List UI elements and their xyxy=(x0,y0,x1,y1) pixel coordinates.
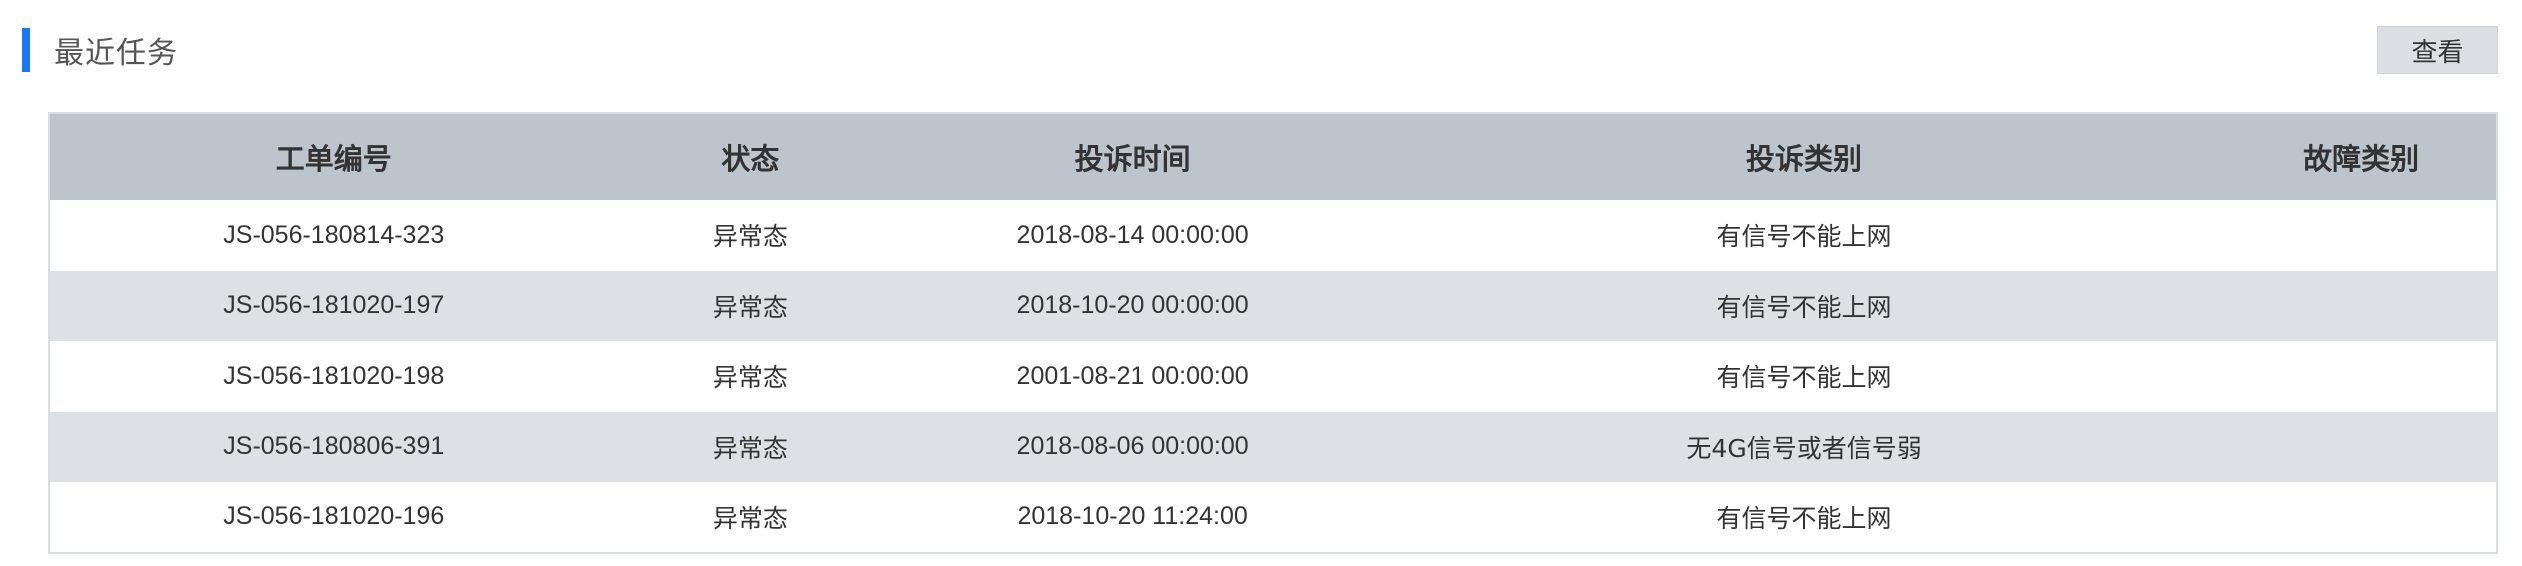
cell-fault-type xyxy=(2226,412,2497,483)
cell-ticket-no: JS-056-181020-198 xyxy=(223,361,445,390)
cell-complaint-time: 2018-10-20 11:24:00 xyxy=(1017,502,1248,531)
cell-complaint-type: 无4G信号或者信号弱 xyxy=(1686,433,1922,463)
column-header-status[interactable]: 状态 xyxy=(618,113,884,200)
cell-complaint-type: 有信号不能上网 xyxy=(1716,222,1892,252)
cell-complaint-time: 2018-08-14 00:00:00 xyxy=(1016,220,1249,249)
column-header-ticket-no[interactable]: 工单编号 xyxy=(49,113,618,200)
table-row[interactable]: JS-056-180806-391 异常态 2018-08-06 00:00:0… xyxy=(49,411,2497,483)
cell-ticket-no: JS-056-180806-391 xyxy=(223,432,445,461)
panel-header: 最近任务 xyxy=(22,28,178,72)
recent-tasks-panel: 最近任务 查看 工单编号 状态 投诉时间 投诉类别 故障类别 JS-056-18… xyxy=(0,0,2522,566)
table-body: JS-056-180814-323 异常态 2018-08-14 00:00:0… xyxy=(49,200,2497,553)
table-header-row: 工单编号 状态 投诉时间 投诉类别 故障类别 xyxy=(49,113,2497,200)
cell-status: 异常态 xyxy=(712,503,788,533)
view-button[interactable]: 查看 xyxy=(2377,26,2498,74)
cell-complaint-time: 2018-10-20 00:00:00 xyxy=(1016,291,1249,320)
cell-complaint-type: 有信号不能上网 xyxy=(1716,363,1892,393)
cell-status: 异常态 xyxy=(712,363,788,393)
cell-status: 异常态 xyxy=(712,433,788,463)
title-accent-bar xyxy=(22,28,30,72)
table-header: 工单编号 状态 投诉时间 投诉类别 故障类别 xyxy=(49,113,2497,200)
cell-ticket-no: JS-056-180814-323 xyxy=(223,220,445,249)
cell-complaint-time: 2018-08-06 00:00:00 xyxy=(1016,432,1249,461)
column-header-fault-type[interactable]: 故障类别 xyxy=(2226,113,2497,200)
cell-status: 异常态 xyxy=(712,222,788,252)
table-row[interactable]: JS-056-180814-323 异常态 2018-08-14 00:00:0… xyxy=(49,200,2497,271)
cell-status: 异常态 xyxy=(712,292,788,322)
cell-fault-type xyxy=(2226,200,2497,271)
table-row[interactable]: JS-056-181020-198 异常态 2001-08-21 00:00:0… xyxy=(49,341,2497,412)
column-header-complaint-time[interactable]: 投诉时间 xyxy=(883,113,1382,200)
cell-complaint-time: 2001-08-21 00:00:00 xyxy=(1016,361,1249,390)
cell-fault-type xyxy=(2226,341,2497,412)
cell-fault-type xyxy=(2226,271,2497,342)
column-header-complaint-type[interactable]: 投诉类别 xyxy=(1382,113,2226,200)
cell-complaint-type: 有信号不能上网 xyxy=(1716,292,1892,322)
cell-complaint-type: 有信号不能上网 xyxy=(1716,503,1892,533)
table-row[interactable]: JS-056-181020-197 异常态 2018-10-20 00:00:0… xyxy=(49,270,2497,342)
cell-fault-type xyxy=(2226,482,2497,553)
recent-tasks-table: 工单编号 状态 投诉时间 投诉类别 故障类别 JS-056-180814-323… xyxy=(48,112,2498,554)
cell-ticket-no: JS-056-181020-197 xyxy=(223,291,445,320)
cell-ticket-no: JS-056-181020-196 xyxy=(223,502,445,531)
panel-title: 最近任务 xyxy=(54,36,178,71)
table-row[interactable]: JS-056-181020-196 异常态 2018-10-20 11:24:0… xyxy=(49,482,2497,553)
